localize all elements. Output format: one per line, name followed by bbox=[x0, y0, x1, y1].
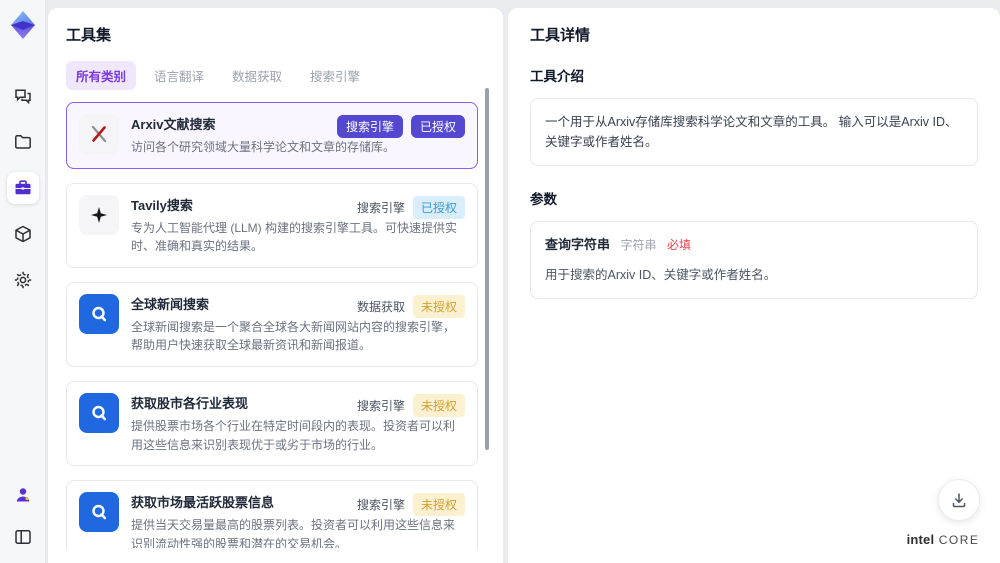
tab-search-engine[interactable]: 搜索引擎 bbox=[300, 61, 370, 90]
sidebar-item-collapse[interactable] bbox=[7, 521, 39, 553]
brand-core: core bbox=[938, 533, 980, 547]
tool-desc: 提供当天交易量最高的股票列表。投资者可以利用这些信息来识别流动性强的股票和潜在的… bbox=[131, 518, 456, 548]
tool-desc: 访问各个研究领域大量科学论文和文章的存储库。 bbox=[131, 140, 396, 154]
param-card: 查询字符串 字符串 必填 用于搜索的Arxiv ID、关键字或作者姓名。 bbox=[530, 221, 978, 299]
auth-badge: 已授权 bbox=[412, 195, 465, 219]
tool-desc: 全球新闻搜索是一个聚合全球各大新闻网站内容的搜索引擎，帮助用户快速获取全球最新资… bbox=[131, 319, 456, 353]
tool-card-global-news[interactable]: 全球新闻搜索 全球新闻搜索是一个聚合全球各大新闻网站内容的搜索引擎，帮助用户快速… bbox=[66, 281, 478, 367]
tool-card-tavily[interactable]: Tavily搜索 专为人工智能代理 (LLM) 构建的搜索引擎工具。可快速提供实… bbox=[66, 182, 478, 268]
tab-data-fetch[interactable]: 数据获取 bbox=[222, 61, 292, 90]
gear-icon bbox=[14, 271, 31, 289]
sidebar-item-settings[interactable] bbox=[7, 264, 39, 296]
sidebar-item-account[interactable] bbox=[7, 479, 39, 511]
user-icon bbox=[16, 488, 29, 502]
intro-heading: 工具介绍 bbox=[530, 69, 584, 84]
tool-desc: 提供股票市场各个行业在特定时间段内的表现。投资者可以利用这些信息来识别表现优于或… bbox=[131, 418, 456, 452]
tab-all-categories[interactable]: 所有类别 bbox=[66, 61, 137, 90]
sidebar-item-chat[interactable] bbox=[7, 80, 39, 112]
param-name: 查询字符串 bbox=[545, 237, 611, 252]
download-button[interactable] bbox=[938, 479, 980, 521]
param-desc: 用于搜索的Arxiv ID、关键字或作者姓名。 bbox=[545, 267, 777, 282]
tool-list-panel: 工具集 所有类别 语言翻译 数据获取 搜索引擎 Arxiv文献搜索 访问各个研究… bbox=[48, 8, 503, 563]
intel-core-logo: intel core bbox=[900, 531, 986, 549]
cube-icon bbox=[14, 225, 31, 243]
chat-icon bbox=[14, 89, 31, 105]
tool-desc: 专为人工智能代理 (LLM) 构建的搜索引擎工具。可快速提供实时、准确和真实的结… bbox=[131, 220, 458, 254]
briefcase-icon bbox=[15, 180, 30, 195]
category-label: 搜索引擎 bbox=[356, 200, 405, 215]
panel-icon bbox=[14, 530, 31, 544]
brand-intel: intel bbox=[906, 532, 935, 547]
param-type: 字符串 bbox=[620, 238, 657, 252]
tool-card-arxiv[interactable]: Arxiv文献搜索 访问各个研究领域大量科学论文和文章的存储库。 搜索引擎 已授… bbox=[66, 102, 478, 169]
auth-badge: 未授权 bbox=[412, 393, 465, 417]
tavily-logo-icon bbox=[79, 194, 119, 235]
tool-card-most-active-stocks[interactable]: 获取市场最活跃股票信息 提供当天交易量最高的股票列表。投资者可以利用这些信息来识… bbox=[66, 480, 478, 548]
tab-translation[interactable]: 语言翻译 bbox=[144, 61, 214, 90]
sidebar-item-files[interactable] bbox=[7, 126, 39, 158]
stock-logo-icon bbox=[79, 392, 119, 433]
intro-text: 一个用于从Arxiv存储库搜索科学论文和文章的工具。 输入可以是Arxiv ID… bbox=[545, 115, 958, 149]
sidebar-item-tools[interactable] bbox=[6, 172, 39, 204]
auth-badge: 已授权 bbox=[410, 115, 465, 138]
params-heading: 参数 bbox=[530, 192, 557, 207]
left-rail bbox=[0, 0, 46, 563]
detail-title: 工具详情 bbox=[530, 27, 591, 44]
stock-logo-icon bbox=[79, 492, 119, 533]
intro-card: 一个用于从Arxiv存储库搜索科学论文和文章的工具。 输入可以是Arxiv ID… bbox=[530, 98, 978, 166]
download-icon bbox=[952, 493, 966, 508]
category-tabs: 所有类别 语言翻译 数据获取 搜索引擎 bbox=[66, 61, 485, 90]
tool-cards: Arxiv文献搜索 访问各个研究领域大量科学论文和文章的存储库。 搜索引擎 已授… bbox=[66, 102, 485, 548]
sidebar-item-packages[interactable] bbox=[7, 218, 39, 250]
news-search-logo-icon bbox=[79, 293, 119, 334]
category-label: 数据获取 bbox=[356, 299, 405, 314]
rail-nav bbox=[6, 80, 39, 296]
rail-bottom bbox=[7, 479, 39, 553]
auth-badge: 未授权 bbox=[412, 294, 465, 318]
tool-detail-panel: 工具详情 工具介绍 一个用于从Arxiv存储库搜索科学论文和文章的工具。 输入可… bbox=[508, 8, 1000, 563]
category-badge: 搜索引擎 bbox=[336, 115, 403, 138]
arxiv-logo-icon bbox=[79, 114, 119, 154]
param-required-badge: 必填 bbox=[667, 238, 692, 252]
category-label: 搜索引擎 bbox=[356, 498, 405, 513]
tool-card-sector-performance[interactable]: 获取股市各行业表现 提供股票市场各个行业在特定时间段内的表现。投资者可以利用这些… bbox=[66, 380, 478, 467]
auth-badge: 未授权 bbox=[412, 493, 465, 517]
folder-icon bbox=[14, 135, 31, 149]
app-logo-icon bbox=[10, 11, 35, 39]
category-label: 搜索引擎 bbox=[356, 398, 405, 413]
page-title: 工具集 bbox=[66, 27, 112, 44]
list-scrollbar-thumb[interactable] bbox=[485, 88, 489, 450]
